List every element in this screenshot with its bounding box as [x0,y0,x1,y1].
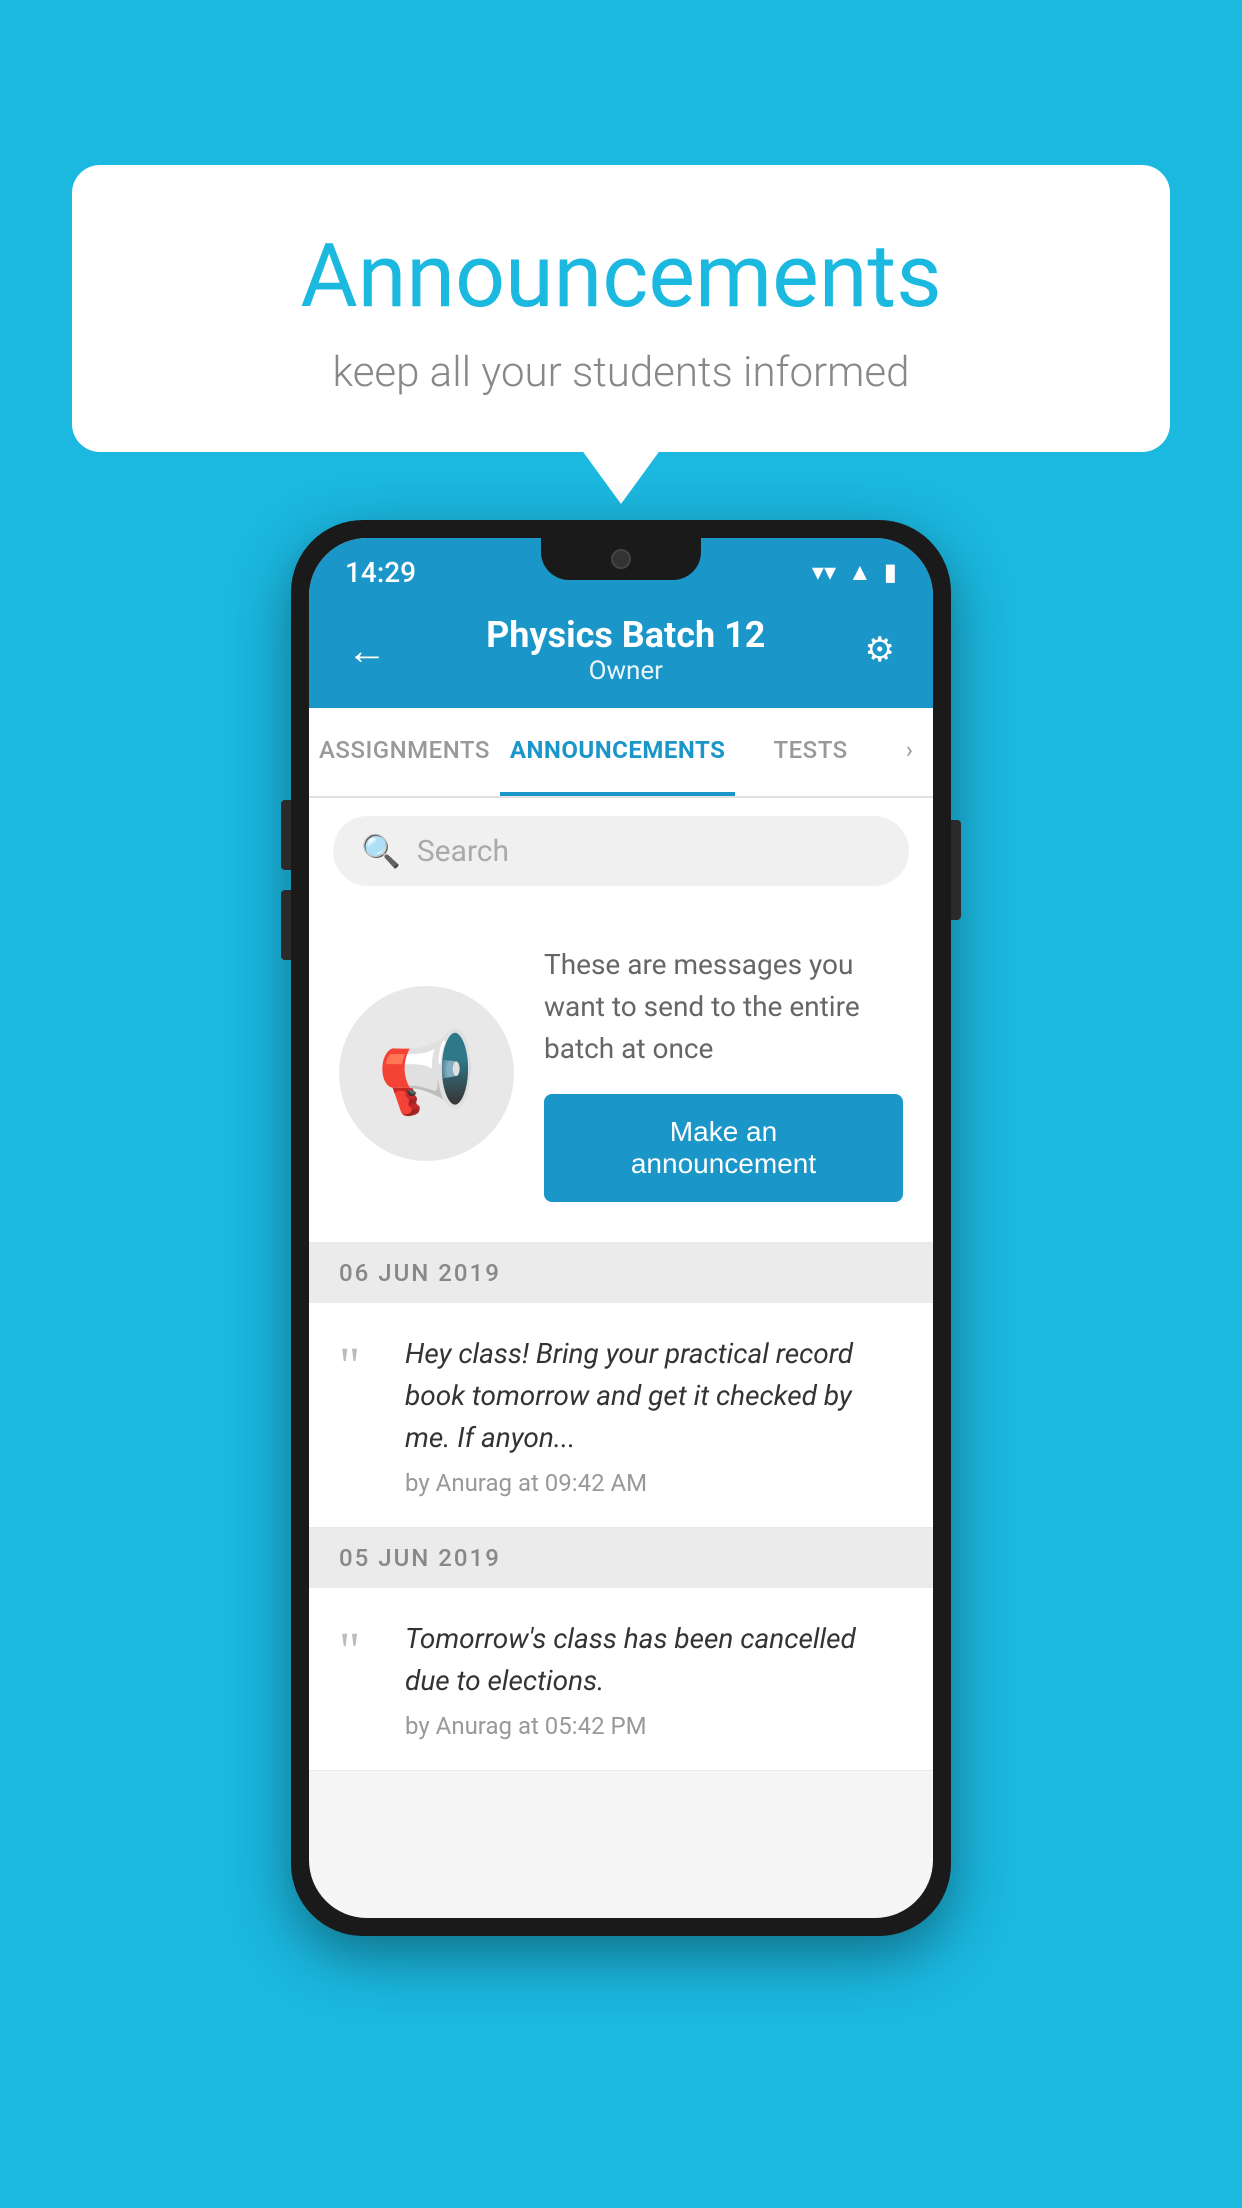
status-icons: ▾▾ ▲ ▮ [812,558,897,587]
prompt-description: These are messages you want to send to t… [544,944,903,1070]
phone-notch [541,538,701,580]
make-announcement-button[interactable]: Make an announcement [544,1094,903,1202]
volume-down-button[interactable] [281,890,291,960]
phone-outer: 14:29 ▾▾ ▲ ▮ ← Physics Batch 12 Owner ⚙ … [291,520,951,1936]
settings-button[interactable]: ⚙ [857,622,903,678]
speech-bubble: Announcements keep all your students inf… [72,165,1170,452]
app-header: ← Physics Batch 12 Owner ⚙ [309,596,933,708]
bubble-subtitle: keep all your students informed [132,348,1110,397]
status-time: 14:29 [345,556,416,589]
announcement-content-1: Hey class! Bring your practical record b… [405,1333,903,1497]
front-camera [611,549,631,569]
back-button[interactable]: ← [339,619,395,682]
tab-tests[interactable]: TESTS [735,708,885,796]
tab-assignments[interactable]: ASSIGNMENTS [309,708,500,796]
announcement-text-1: Hey class! Bring your practical record b… [405,1333,903,1459]
announcement-meta-1: by Anurag at 09:42 AM [405,1469,903,1497]
announcement-text-2: Tomorrow's class has been cancelled due … [405,1618,903,1702]
megaphone-circle: 📢 [339,986,514,1161]
search-icon: 🔍 [361,832,401,870]
prompt-right: These are messages you want to send to t… [544,944,903,1202]
tab-bar: ASSIGNMENTS ANNOUNCEMENTS TESTS › [309,708,933,798]
header-title: Physics Batch 12 [395,614,857,656]
announcement-prompt: 📢 These are messages you want to send to… [309,904,933,1243]
bubble-title: Announcements [132,225,1110,328]
volume-up-button[interactable] [281,800,291,870]
announcement-item-1[interactable]: " Hey class! Bring your practical record… [309,1303,933,1528]
signal-icon: ▲ [848,558,872,587]
announcement-meta-2: by Anurag at 05:42 PM [405,1712,903,1740]
wifi-icon: ▾▾ [812,558,836,586]
announcement-content-2: Tomorrow's class has been cancelled due … [405,1618,903,1740]
quote-icon-2: " [339,1618,381,1678]
megaphone-icon: 📢 [377,1026,477,1120]
phone-wrapper: 14:29 ▾▾ ▲ ▮ ← Physics Batch 12 Owner ⚙ … [291,520,951,1936]
search-box[interactable]: 🔍 Search [333,816,909,886]
search-placeholder[interactable]: Search [417,834,509,869]
date-divider-2: 05 JUN 2019 [309,1528,933,1588]
date-divider-1: 06 JUN 2019 [309,1243,933,1303]
search-container: 🔍 Search [309,798,933,904]
announcement-item-2[interactable]: " Tomorrow's class has been cancelled du… [309,1588,933,1771]
header-subtitle: Owner [395,656,857,686]
phone-screen: 14:29 ▾▾ ▲ ▮ ← Physics Batch 12 Owner ⚙ … [309,538,933,1918]
battery-icon: ▮ [884,558,897,586]
power-button[interactable] [951,820,961,920]
header-center: Physics Batch 12 Owner [395,614,857,686]
quote-icon-1: " [339,1333,381,1393]
tab-more[interactable]: › [886,708,933,796]
tab-announcements[interactable]: ANNOUNCEMENTS [500,708,736,796]
